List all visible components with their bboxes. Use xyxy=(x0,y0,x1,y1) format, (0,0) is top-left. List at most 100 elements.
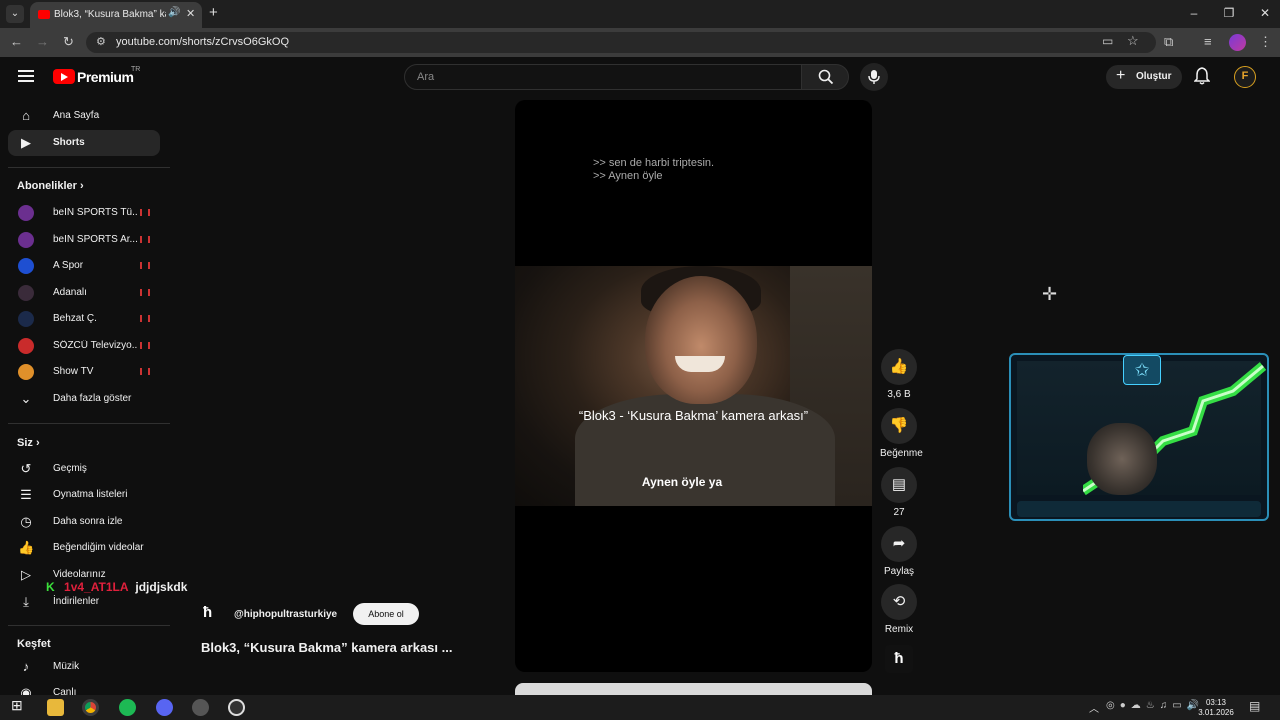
back-icon[interactable]: ← xyxy=(10,34,23,49)
create-button[interactable]: + Oluştur xyxy=(1106,65,1182,89)
channel-sound-logo-icon[interactable]: ħ xyxy=(885,645,913,673)
sidebar-item-history[interactable]: ↺ Geçmiş xyxy=(8,456,160,482)
profile-icon[interactable] xyxy=(1229,34,1246,51)
site-info-icon[interactable]: ⚙ xyxy=(96,35,106,48)
system-tray-chevron-icon[interactable]: ︿ xyxy=(1089,700,1099,715)
live-indicator-icon xyxy=(140,368,150,375)
sidebar-item-label: İndirilenler xyxy=(53,596,100,607)
short-video-player[interactable]: >> sen de harbi triptesin. >> Aynen öyle… xyxy=(515,100,872,672)
chevron-down-icon: ⌄ xyxy=(20,391,32,406)
subscriptions-header[interactable]: Abonelikler › xyxy=(17,180,84,192)
channel-label: Show TV xyxy=(53,366,94,377)
channel-logo-icon[interactable]: ħ xyxy=(203,604,227,624)
sidebar-item-liked-videos[interactable]: 👍 Beğendiğim videolar xyxy=(8,535,160,561)
youtube-play-icon xyxy=(53,69,75,84)
channel-avatar xyxy=(18,285,34,301)
maximize-button[interactable]: ❐ xyxy=(1219,6,1239,20)
tab-list-button[interactable]: ⌄ xyxy=(6,5,24,23)
chrome-icon[interactable] xyxy=(82,699,99,716)
close-window-button[interactable]: ✕ xyxy=(1255,6,1275,20)
channel-item[interactable]: SÖZCÜ Televizyo... xyxy=(8,333,160,359)
reload-icon[interactable]: ↻ xyxy=(63,34,74,50)
comments-button[interactable]: ▤ 27 xyxy=(880,467,918,518)
tray-icons[interactable]: ◎●☁♨♫▭🔊 xyxy=(1106,700,1204,711)
obs-icon[interactable] xyxy=(228,699,245,716)
search-icon xyxy=(818,69,834,85)
new-tab-button[interactable]: + xyxy=(209,4,218,21)
stream-overlay-usernames: K 1v4_AT1LA jdjdjskdk xyxy=(46,580,187,594)
tab-title: Blok3, “Kusura Bakma” kam xyxy=(54,9,166,20)
menu-icon[interactable] xyxy=(18,70,34,85)
notifications-icon[interactable]: ▤ xyxy=(1249,699,1260,713)
windows-start-icon[interactable]: ⊞ xyxy=(11,697,28,714)
system-clock[interactable]: 03:13 3.01.2026 xyxy=(1196,698,1236,718)
close-tab-icon[interactable]: ✕ xyxy=(186,7,195,20)
sidebar-item-music[interactable]: ♪ Müzik xyxy=(8,654,160,680)
channel-item[interactable]: A Spor xyxy=(8,253,160,279)
windows-taskbar: ⊞ ︿ ◎●☁♨♫▭🔊 03:13 3.01.2026 ▤ xyxy=(0,695,1280,720)
share-button[interactable]: ➦ Paylaş xyxy=(880,526,918,577)
subscribe-button[interactable]: Abone ol xyxy=(353,603,419,625)
sidebar-divider xyxy=(8,423,170,424)
video-title[interactable]: Blok3, “Kusura Bakma” kamera arkası ... xyxy=(201,640,452,655)
channel-label: beIN SPORTS Tü... xyxy=(53,207,138,218)
search-placeholder: Ara xyxy=(417,71,435,83)
you-header[interactable]: Siz › xyxy=(17,437,40,449)
channel-handle[interactable]: @hiphopultrasturkiye xyxy=(234,609,337,620)
like-button[interactable]: 👍 3,6 B xyxy=(880,349,918,400)
channel-item[interactable]: Adanalı xyxy=(8,280,160,306)
sidebar-item-watch-later[interactable]: ◷ Daha sonra izle xyxy=(8,509,160,535)
thumbs-up-icon: 👍 xyxy=(18,540,35,555)
game-app-icon[interactable] xyxy=(192,699,209,716)
video-overlay-subtitle: Aynen öyle ya xyxy=(641,475,723,489)
next-short-preview[interactable] xyxy=(515,683,872,695)
show-more-button[interactable]: ⌄ Daha fazla göster xyxy=(8,386,160,412)
webcam-frame-bar xyxy=(1017,501,1261,517)
sidebar-item-playlists[interactable]: ☰ Oynatma listeleri xyxy=(8,482,160,508)
avatar[interactable]: F xyxy=(1234,66,1256,88)
star-badge-icon: ✩ xyxy=(1123,355,1161,385)
channel-avatar xyxy=(18,364,34,380)
sidebar-item-home[interactable]: ⌂ Ana Sayfa xyxy=(8,103,160,129)
voice-search-button[interactable] xyxy=(860,63,888,91)
channel-item[interactable]: Behzat Ç. xyxy=(8,306,160,332)
sidebar-item-live[interactable]: ◉ Canlı xyxy=(8,680,160,695)
channel-label: Behzat Ç. xyxy=(53,313,97,324)
browser-tab[interactable]: Blok3, “Kusura Bakma” kam 🔊 ✕ xyxy=(30,2,202,28)
search-input[interactable]: Ara xyxy=(404,64,802,90)
dislike-button[interactable]: 👎 Beğenme xyxy=(880,408,923,459)
clock-time: 03:13 xyxy=(1205,698,1227,707)
live-indicator-icon xyxy=(140,315,150,322)
channel-item[interactable]: Show TV xyxy=(8,359,160,385)
file-explorer-icon[interactable] xyxy=(47,699,64,716)
dislike-label: Beğenme xyxy=(880,448,923,459)
clock-icon: ◷ xyxy=(20,514,32,529)
bookmark-star-icon[interactable]: ☆ xyxy=(1127,33,1139,49)
address-bar[interactable]: ⚙ youtube.com/shorts/zCrvsO6GkOQ ▭ ☆ xyxy=(86,32,1156,53)
notifications-bell-icon[interactable] xyxy=(1193,67,1211,90)
extensions-icon[interactable]: ⧉ xyxy=(1164,34,1173,50)
logo-text: Premium xyxy=(77,69,134,85)
streamer-face xyxy=(1087,423,1157,495)
video-caption: >> sen de harbi triptesin. >> Aynen öyle xyxy=(593,157,715,182)
channel-item[interactable]: beIN SPORTS Ar... xyxy=(8,227,160,253)
audio-playing-icon[interactable]: 🔊 xyxy=(168,7,180,18)
channel-avatar xyxy=(18,205,34,221)
minimize-button[interactable]: – xyxy=(1184,6,1204,20)
sidebar-item-shorts[interactable]: ▶ Shorts xyxy=(8,130,160,156)
spotify-icon[interactable] xyxy=(119,699,136,716)
install-app-icon[interactable]: ▭ xyxy=(1102,34,1113,48)
remix-button[interactable]: ⟲ Remix xyxy=(880,584,918,635)
channel-avatar xyxy=(18,311,34,327)
media-control-icon[interactable]: ≡ xyxy=(1204,34,1212,49)
discord-icon[interactable] xyxy=(156,699,173,716)
sidebar-item-label: Müzik xyxy=(53,661,80,672)
chrome-menu-icon[interactable]: ⋮ xyxy=(1259,34,1272,50)
forward-icon[interactable]: → xyxy=(36,34,49,49)
browser-tab-bar: ⌄ Blok3, “Kusura Bakma” kam 🔊 ✕ + – ❐ ✕ xyxy=(0,0,1280,28)
search-button[interactable] xyxy=(801,64,849,90)
channel-item[interactable]: beIN SPORTS Tü... xyxy=(8,200,160,226)
overlay-user-a: 1v4_AT1LA xyxy=(64,580,129,594)
overlay-user-b: jdjdjskdk xyxy=(135,580,188,594)
create-label: Oluştur xyxy=(1136,71,1172,82)
